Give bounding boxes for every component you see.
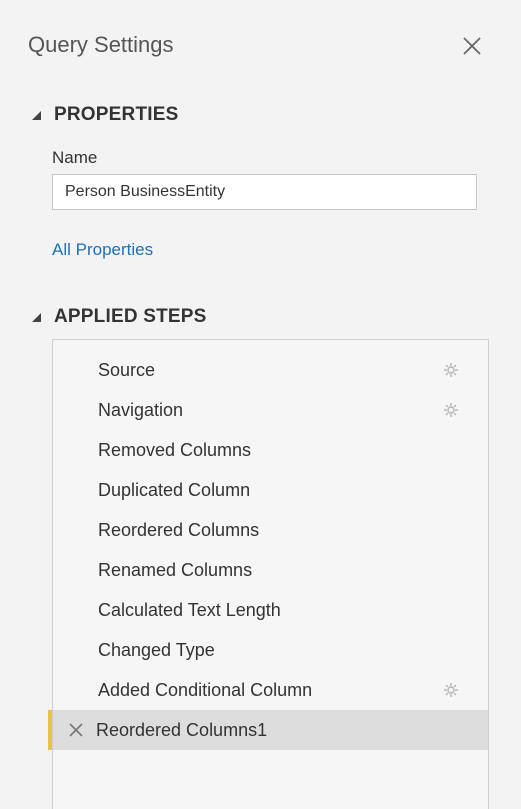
properties-header-label: PROPERTIES: [54, 104, 179, 125]
step-removed-columns[interactable]: Removed Columns: [53, 430, 488, 470]
gear-icon[interactable]: [443, 682, 459, 698]
step-label: Source: [98, 359, 156, 380]
delete-step-icon[interactable]: [68, 722, 84, 738]
query-name-input[interactable]: [52, 174, 477, 210]
step-label: Renamed Columns: [98, 559, 253, 580]
step-reordered-columns[interactable]: Reordered Columns: [53, 510, 488, 550]
step-calculated-text-length[interactable]: Calculated Text Length: [53, 590, 488, 630]
close-icon: [463, 37, 481, 55]
collapse-triangle-icon: [32, 313, 41, 322]
panel-title: Query Settings: [28, 32, 174, 57]
step-label: Added Conditional Column: [98, 679, 313, 700]
all-properties-link[interactable]: All Properties: [52, 240, 153, 260]
step-label: Removed Columns: [98, 439, 252, 460]
query-settings-panel: Query Settings PROPERTIES Name All Prope…: [8, 8, 513, 809]
gear-icon[interactable]: [443, 362, 459, 378]
step-reordered-columns1[interactable]: Reordered Columns1: [48, 710, 488, 750]
close-button[interactable]: [459, 33, 485, 59]
applied-steps-section-header[interactable]: APPLIED STEPS: [30, 306, 207, 328]
step-label: Duplicated Column: [98, 479, 251, 500]
step-label: Reordered Columns: [98, 519, 260, 540]
step-navigation[interactable]: Navigation: [53, 390, 488, 430]
step-source[interactable]: Source: [53, 350, 488, 390]
applied-steps-header-label: APPLIED STEPS: [54, 306, 207, 327]
step-label: Changed Type: [98, 639, 215, 660]
step-label: Calculated Text Length: [98, 599, 281, 620]
name-label: Name: [52, 148, 98, 167]
step-duplicated-column[interactable]: Duplicated Column: [53, 470, 488, 510]
selected-step-accent: [48, 710, 52, 750]
gear-icon[interactable]: [443, 402, 459, 418]
collapse-triangle-icon: [32, 111, 41, 120]
applied-steps-list: Source Navigation Removed Columns Duplic…: [48, 339, 489, 809]
properties-section-header[interactable]: PROPERTIES: [30, 104, 178, 126]
step-added-conditional-column[interactable]: Added Conditional Column: [53, 670, 488, 710]
step-changed-type[interactable]: Changed Type: [53, 630, 488, 670]
step-label: Navigation: [98, 399, 184, 420]
step-renamed-columns[interactable]: Renamed Columns: [53, 550, 488, 590]
step-label: Reordered Columns1: [96, 719, 268, 740]
